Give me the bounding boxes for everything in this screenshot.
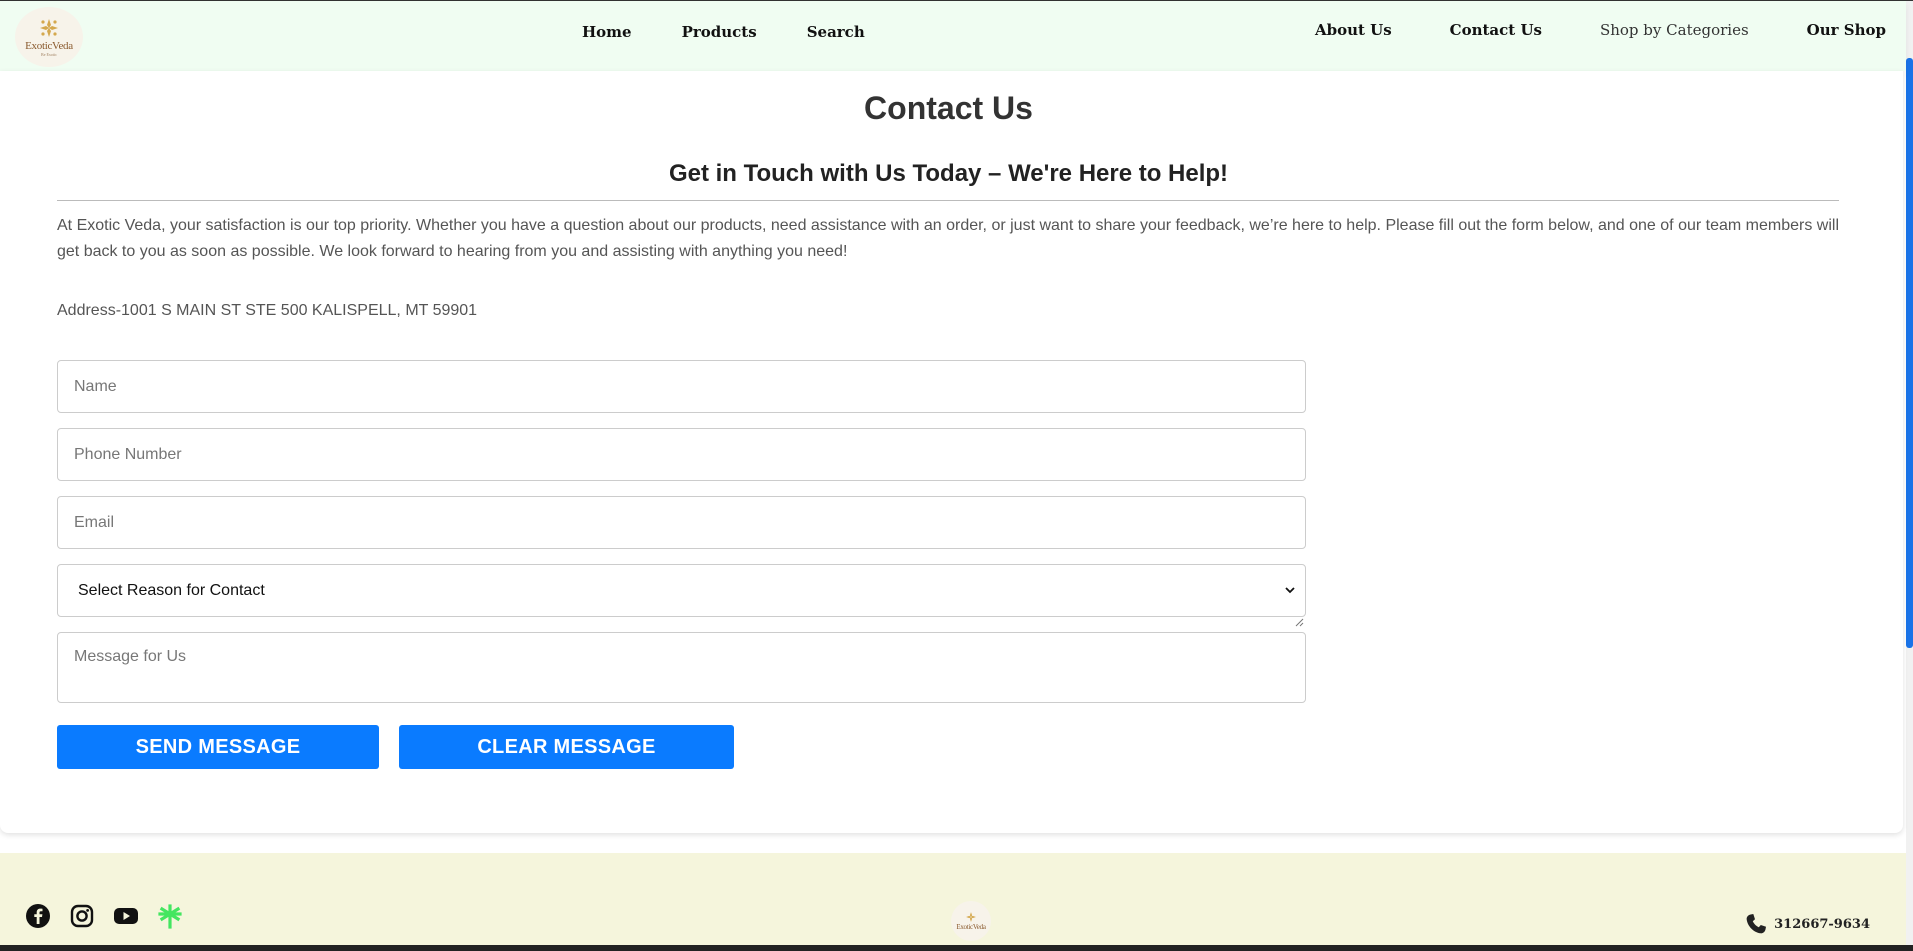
contact-reason-value: Select Reason for Contact	[78, 581, 265, 599]
logo[interactable]: ExoticVeda Be Exotic	[15, 7, 83, 67]
footer-logo[interactable]: ExoticVeda	[951, 901, 991, 941]
address-text: Address-1001 S MAIN ST STE 500 KALISPELL…	[57, 302, 478, 319]
resize-grip-icon[interactable]	[1294, 617, 1304, 627]
nav-home[interactable]: Home	[582, 23, 632, 41]
instagram-icon[interactable]	[69, 903, 95, 929]
secondary-nav: About Us Contact Us Shop by Categories O…	[1315, 21, 1886, 39]
nav-our-shop[interactable]: Our Shop	[1807, 21, 1886, 39]
message-textarea[interactable]	[57, 632, 1306, 703]
nav-products[interactable]: Products	[682, 23, 757, 41]
footer-logo-text: ExoticVeda	[956, 923, 986, 931]
logo-text: ExoticVeda	[25, 40, 73, 52]
phone-icon	[1746, 914, 1767, 934]
nav-search[interactable]: Search	[807, 23, 865, 41]
primary-nav: Home Products Search	[582, 23, 865, 41]
nav-shop-by-categories[interactable]: Shop by Categories	[1600, 21, 1749, 39]
youtube-icon[interactable]	[112, 903, 140, 929]
lotus-icon	[40, 19, 58, 37]
name-input[interactable]	[57, 360, 1306, 413]
lotus-icon	[966, 912, 976, 922]
nav-about-us[interactable]: About Us	[1315, 21, 1392, 39]
page-title: Contact Us	[864, 90, 1033, 126]
page-subtitle: Get in Touch with Us Today – We're Here …	[668, 160, 1229, 187]
site-header: ExoticVeda Be Exotic Home Products Searc…	[0, 1, 1906, 71]
chevron-down-icon	[1285, 587, 1295, 594]
clear-message-button[interactable]: CLEAR MESSAGE	[399, 725, 734, 769]
phone-input[interactable]	[57, 428, 1306, 481]
scrollbar-thumb[interactable]	[1906, 58, 1913, 648]
bottom-border	[0, 945, 1913, 951]
send-message-button[interactable]: SEND MESSAGE	[57, 725, 379, 769]
contact-reason-select[interactable]: Select Reason for Contact	[57, 564, 1306, 617]
facebook-icon[interactable]	[25, 903, 51, 929]
phone-number: 312667-9634	[1774, 916, 1870, 932]
nav-contact-us[interactable]: Contact Us	[1450, 21, 1542, 39]
intro-text: At Exotic Veda, your satisfaction is our…	[57, 217, 1839, 260]
email-input[interactable]	[57, 496, 1306, 549]
logo-subtext: Be Exotic	[41, 52, 57, 57]
divider	[57, 200, 1839, 201]
footer-phone[interactable]: 312667-9634	[1744, 912, 1870, 936]
linktree-icon[interactable]	[157, 903, 183, 929]
